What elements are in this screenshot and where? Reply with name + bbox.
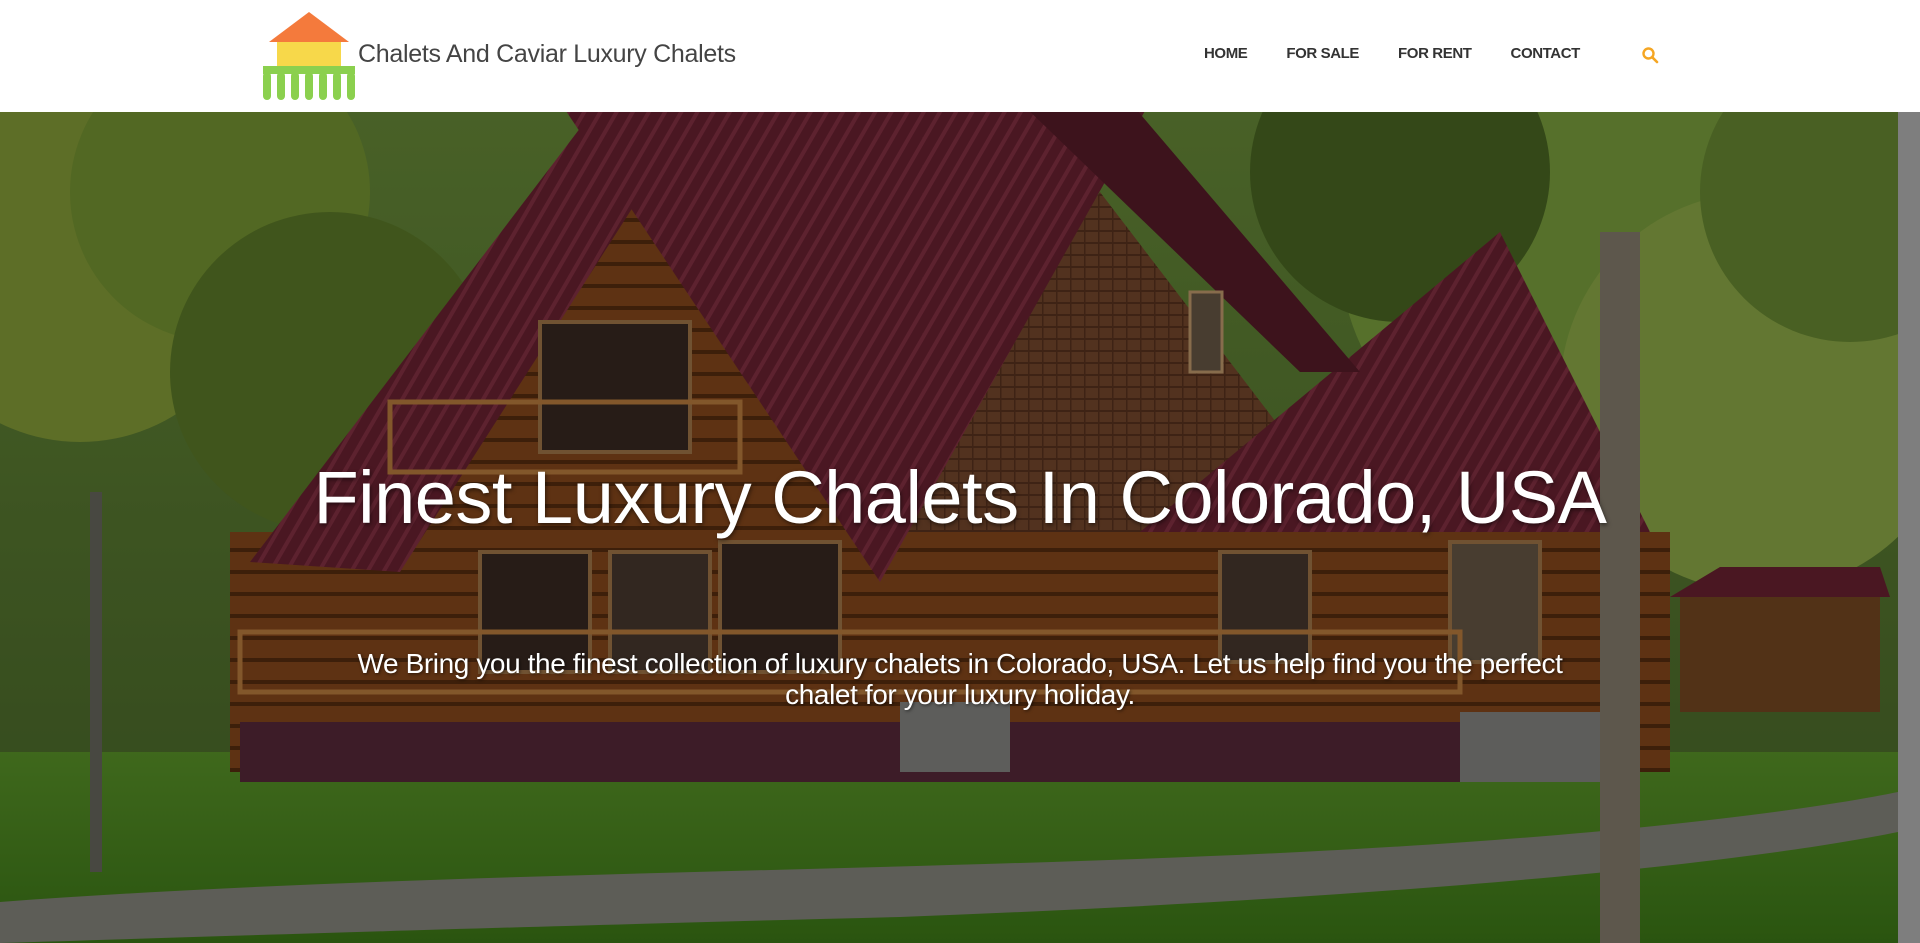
logo-icon[interactable] <box>263 12 355 100</box>
nav-for-sale[interactable]: FOR SALE <box>1286 45 1359 62</box>
site-header: Chalets And Caviar Luxury Chalets HOME F… <box>0 0 1920 112</box>
page-scrollbar[interactable] <box>1898 112 1920 943</box>
hero-title: Finest Luxury Chalets In Colorado, USA <box>313 456 1607 539</box>
nav-contact[interactable]: CONTACT <box>1511 45 1581 62</box>
nav-home[interactable]: HOME <box>1204 45 1248 62</box>
search-icon[interactable] <box>1641 46 1659 64</box>
nav-for-rent[interactable]: FOR RENT <box>1398 45 1472 62</box>
main-nav: HOME FOR SALE FOR RENT CONTACT <box>1204 45 1580 62</box>
hero-section: Finest Luxury Chalets In Colorado, USA W… <box>0 112 1898 943</box>
hero-subtitle: We Bring you the finest collection of lu… <box>357 648 1563 710</box>
site-brand[interactable]: Chalets And Caviar Luxury Chalets <box>358 40 736 69</box>
